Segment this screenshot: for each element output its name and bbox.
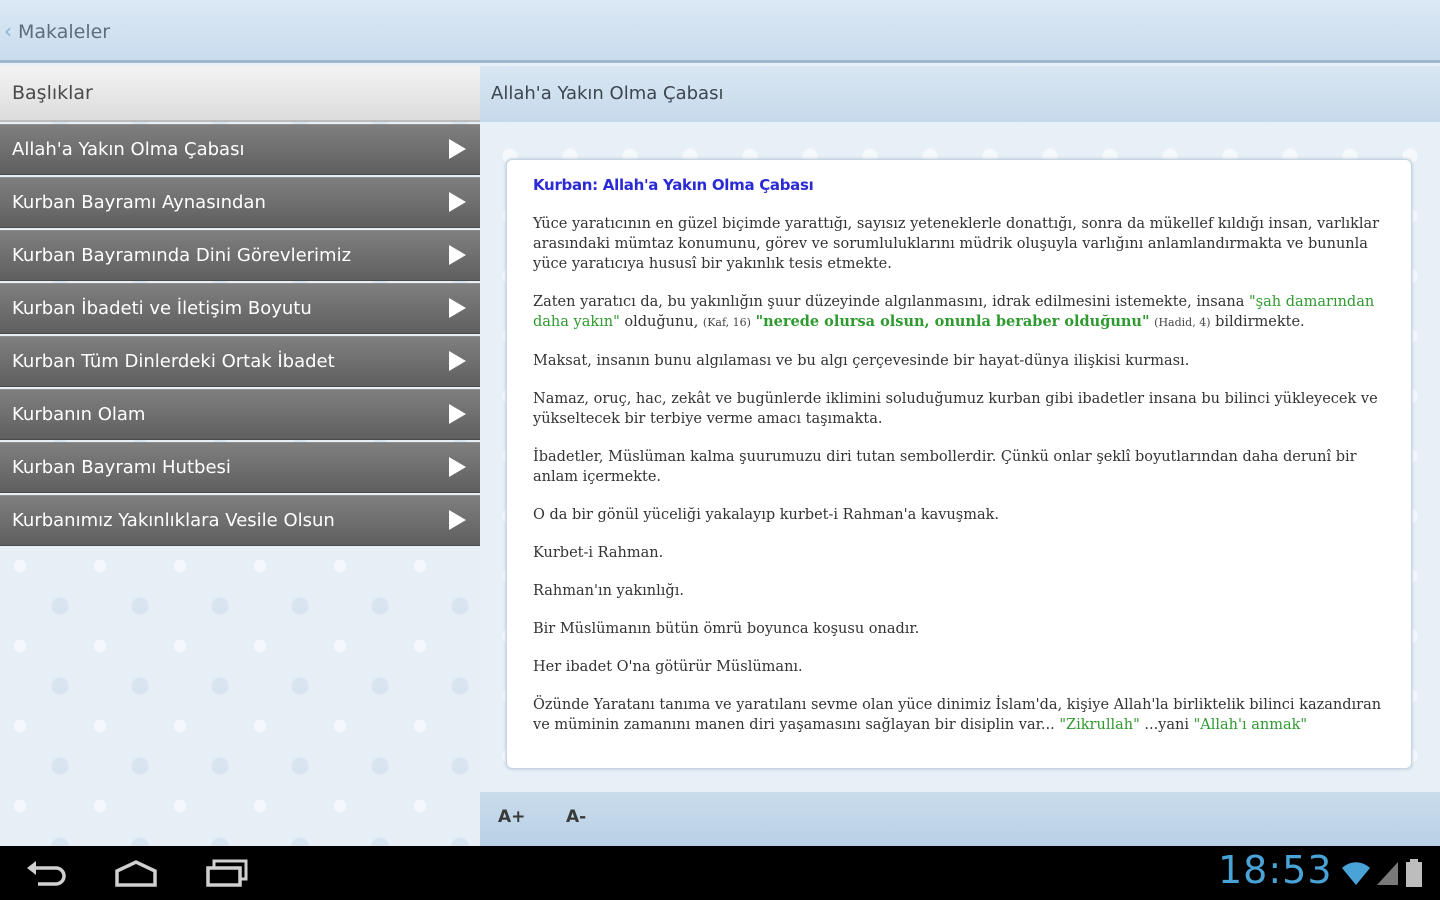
quote: "Zikrullah" bbox=[1059, 717, 1140, 733]
article-panel: Allah'a Yakın Olma Çabası Kurban: Allah'… bbox=[480, 66, 1440, 846]
reference: (Hadid, 4) bbox=[1154, 316, 1211, 329]
list-item-5[interactable]: Kurbanın Olam bbox=[0, 389, 480, 440]
reference: (Kaf, 16) bbox=[702, 316, 751, 329]
app-title[interactable]: Makaleler bbox=[18, 20, 110, 44]
list-item-0[interactable]: Allah'a Yakın Olma Çabası bbox=[0, 124, 480, 175]
article-content[interactable]: Kurban: Allah'a Yakın Olma Çabası Yüce y… bbox=[506, 159, 1412, 769]
paragraph: Rahman'ın yakınlığı. bbox=[533, 583, 684, 599]
paragraph: Maksat, insanın bunu algılaması ve bu al… bbox=[533, 353, 1190, 369]
list-item-6[interactable]: Kurban Bayramı Hutbesi bbox=[0, 442, 480, 493]
back-icon[interactable]: ‹ bbox=[4, 20, 12, 42]
signal-icon bbox=[1377, 862, 1398, 885]
list-item-4[interactable]: Kurban Tüm Dinlerdeki Ortak İbadet bbox=[0, 336, 480, 387]
wifi-icon bbox=[1342, 862, 1370, 885]
text: Zaten yaratıcı da, bu yakınlığın şuur dü… bbox=[533, 294, 1249, 310]
article-title: Kurban: Allah'a Yakın Olma Çabası bbox=[533, 176, 814, 194]
list-item-2[interactable]: Kurban Bayramında Dini Görevlerimiz bbox=[0, 230, 480, 281]
paragraph: Namaz, oruç, hac, zekât ve bugünlerde ik… bbox=[533, 391, 1378, 427]
play-arrow-icon bbox=[449, 404, 466, 424]
text: bildirmekte. bbox=[1210, 314, 1305, 330]
paragraph: Bir Müslümanın bütün ömrü boyunca koşusu… bbox=[533, 621, 920, 637]
system-bar: 18:53 bbox=[0, 846, 1440, 900]
paragraph: Özünde Yaratanı tanıma ve yaratılanı sev… bbox=[533, 695, 1385, 735]
list-item-label: Kurban Bayramında Dini Görevlerimiz bbox=[12, 245, 352, 266]
list-item-label: Kurban Bayramı Hutbesi bbox=[12, 457, 231, 478]
list-item-label: Allah'a Yakın Olma Çabası bbox=[12, 139, 245, 160]
font-decrease-button[interactable]: A- bbox=[566, 807, 586, 827]
headings-panel: Başlıklar Allah'a Yakın Olma Çabası Kurb… bbox=[0, 66, 480, 846]
play-arrow-icon bbox=[449, 245, 466, 265]
paragraph: O da bir gönül yüceliği yakalayıp kurbet… bbox=[533, 507, 1000, 523]
clock: 18:53 bbox=[1218, 848, 1333, 892]
headings-header: Başlıklar bbox=[0, 66, 480, 122]
play-arrow-icon bbox=[449, 351, 466, 371]
play-arrow-icon bbox=[449, 457, 466, 477]
quote: "Allah'ı anmak" bbox=[1193, 717, 1308, 733]
list-item-1[interactable]: Kurban Bayramı Aynasından bbox=[0, 177, 480, 228]
home-nav-icon[interactable] bbox=[113, 858, 159, 888]
list-item-label: Kurban Bayramı Aynasından bbox=[12, 192, 266, 213]
recent-apps-icon[interactable] bbox=[204, 858, 250, 888]
list-item-label: Kurban İbadeti ve İletişim Boyutu bbox=[12, 298, 312, 319]
paragraph: Kurbet-i Rahman. bbox=[533, 545, 664, 561]
text: olduğunu, bbox=[619, 314, 703, 330]
back-nav-icon[interactable] bbox=[24, 858, 68, 888]
battery-icon bbox=[1406, 859, 1422, 887]
list-item-label: Kurban Tüm Dinlerdeki Ortak İbadet bbox=[12, 351, 335, 372]
article-header: Allah'a Yakın Olma Çabası bbox=[480, 66, 1440, 122]
paragraph: Yüce yaratıcının en güzel biçimde yaratt… bbox=[533, 216, 1380, 272]
list-item-7[interactable]: Kurbanımız Yakınlıklara Vesile Olsun bbox=[0, 495, 480, 546]
paragraph: Zaten yaratıcı da, bu yakınlığın şuur dü… bbox=[533, 292, 1385, 333]
list-item-3[interactable]: Kurban İbadeti ve İletişim Boyutu bbox=[0, 283, 480, 334]
font-increase-button[interactable]: A+ bbox=[498, 807, 525, 827]
paragraph: Her ibadet O'na götürür Müslümanı. bbox=[533, 659, 803, 675]
action-bar: ‹ Makaleler bbox=[0, 0, 1440, 63]
list-item-label: Kurbanımız Yakınlıklara Vesile Olsun bbox=[12, 510, 335, 531]
quote: "nerede olursa olsun, onunla beraber old… bbox=[755, 313, 1150, 330]
play-arrow-icon bbox=[449, 298, 466, 318]
play-arrow-icon bbox=[449, 192, 466, 212]
list-item-label: Kurbanın Olam bbox=[12, 404, 146, 425]
paragraph: İbadetler, Müslüman kalma şuurumuzu diri… bbox=[533, 449, 1357, 485]
text: ...yani bbox=[1139, 717, 1194, 733]
play-arrow-icon bbox=[449, 510, 466, 530]
font-toolbar: A+ A- bbox=[480, 792, 1440, 846]
play-arrow-icon bbox=[449, 139, 466, 159]
